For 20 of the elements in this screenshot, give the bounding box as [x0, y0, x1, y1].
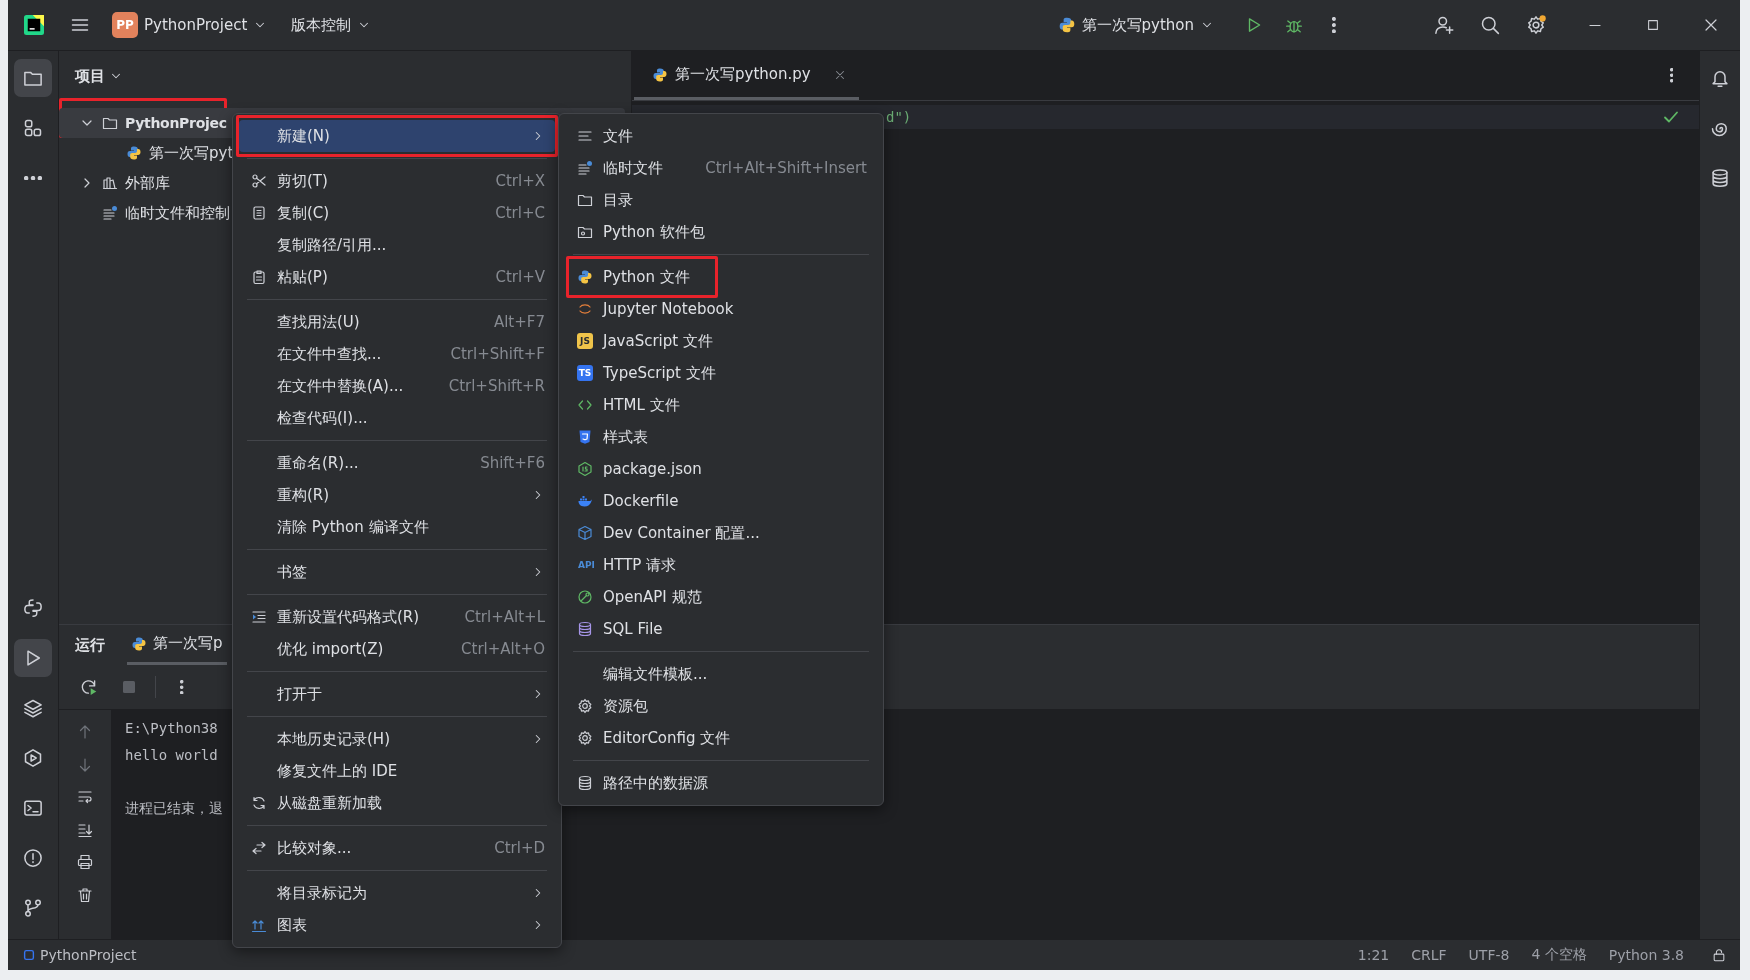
shortcut-text: Ctrl+V [495, 268, 545, 286]
console-line: E:\Python38 [125, 720, 219, 738]
code-text: d") [886, 109, 912, 125]
console-line: 进程已结束，退 [125, 800, 223, 818]
console-line: hello world [125, 747, 219, 765]
project-avatar: PP [112, 12, 138, 38]
shortcut-text: Ctrl+Shift+F [450, 345, 545, 363]
shortcut-text: Shift+F6 [480, 454, 545, 472]
shortcut-text: Ctrl+Alt+O [461, 640, 545, 658]
shortcut-text: Alt+F7 [493, 313, 545, 331]
shortcut-text: Ctrl+Alt+L [464, 608, 545, 626]
shortcut-text: Ctrl+Shift+R [448, 377, 545, 395]
shortcut-text: Ctrl+Alt+Shift+Insert [705, 159, 867, 177]
file-type-label: JS [577, 333, 593, 349]
file-type-label: TS [577, 365, 593, 381]
file-type-label: API [577, 559, 596, 572]
shortcut-text: Ctrl+X [495, 172, 545, 190]
shortcut-text: Ctrl+C [495, 204, 545, 222]
shortcut-text: Ctrl+D [494, 839, 545, 857]
panel-title: 运行 [75, 635, 105, 655]
